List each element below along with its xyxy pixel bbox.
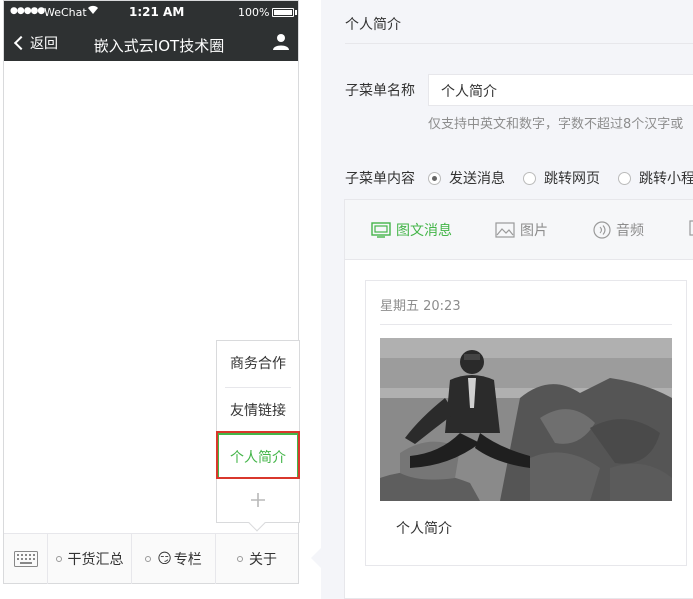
name-hint-text: 仅支持中英文和数字，字数不超过8个汉字或 bbox=[428, 117, 684, 132]
submenu-item-business[interactable]: 商务合作 bbox=[217, 341, 299, 387]
menu-dot-icon bbox=[145, 556, 152, 562]
submenu-item-profile[interactable]: 个人简介 bbox=[217, 433, 299, 479]
image-icon bbox=[495, 222, 515, 238]
tab-audio[interactable]: 音频 bbox=[593, 220, 644, 240]
submenu-name-label: 子菜单名称 bbox=[345, 83, 415, 99]
editor-pointer-arrow bbox=[311, 548, 321, 568]
smirk-emoji-icon: 😏 bbox=[157, 551, 172, 567]
status-time: 1:21 AM bbox=[129, 5, 185, 19]
audio-icon bbox=[593, 221, 611, 239]
radio-circle-checked bbox=[428, 171, 441, 185]
phone-menu-bar: 干货汇总 😏 专栏 关于 bbox=[4, 533, 298, 584]
radio-label: 跳转小程 bbox=[639, 171, 693, 187]
news-preview-card[interactable]: 星期五 20:23 个人简介 bbox=[365, 280, 687, 566]
menu-button-label: 关于 bbox=[249, 552, 277, 568]
menu-button-label: 专栏 bbox=[173, 552, 202, 568]
battery-icon bbox=[272, 8, 294, 17]
radio-open-miniprogram[interactable]: 跳转小程 bbox=[618, 168, 693, 188]
tab-video[interactable] bbox=[689, 220, 693, 236]
editor-title: 个人简介 bbox=[345, 17, 401, 33]
submenu-popup: 商务合作 友情链接 个人简介 bbox=[216, 340, 300, 532]
menu-button-resources[interactable]: 干货汇总 bbox=[48, 534, 132, 584]
news-icon bbox=[371, 222, 391, 238]
menu-editor-page: ●●●●● WeChat 1:21 AM 100% 返回 嵌入式云IOT技术圈 … bbox=[0, 0, 693, 599]
tab-image[interactable]: 图片 bbox=[495, 220, 548, 240]
radio-label: 跳转网页 bbox=[544, 171, 600, 187]
divider bbox=[345, 43, 693, 44]
content-type-tabs: 图文消息 图片 音频 bbox=[345, 200, 693, 260]
tab-label: 音频 bbox=[616, 223, 644, 239]
submenu-name-input[interactable]: 个人简介 bbox=[428, 74, 693, 106]
radio-open-webpage[interactable]: 跳转网页 bbox=[523, 168, 600, 188]
menu-button-label: 干货汇总 bbox=[67, 552, 124, 568]
radio-send-message[interactable]: 发送消息 bbox=[428, 168, 505, 188]
card-caption: 个人简介 bbox=[396, 521, 452, 537]
radio-circle bbox=[618, 171, 631, 185]
tab-label: 图片 bbox=[520, 223, 548, 239]
menu-dot-icon bbox=[55, 556, 62, 562]
keyboard-icon bbox=[13, 551, 38, 567]
submenu-editor-panel: 个人简介 子菜单名称 个人简介 仅支持中英文和数字，字数不超过8个汉字或 子菜单… bbox=[321, 0, 693, 599]
menu-button-column[interactable]: 😏 专栏 bbox=[132, 534, 216, 584]
radio-circle bbox=[523, 171, 536, 185]
message-content-box: 图文消息 图片 音频 星期五 20:23 个人简介 bbox=[344, 199, 693, 599]
plus-icon bbox=[251, 493, 265, 507]
divider bbox=[380, 324, 672, 325]
battery-tip bbox=[295, 10, 297, 15]
battery-percent: 100% bbox=[238, 6, 270, 19]
video-icon bbox=[689, 220, 693, 236]
status-bar: ●●●●● WeChat 1:21 AM 100% bbox=[4, 1, 298, 25]
card-date: 星期五 20:23 bbox=[380, 299, 461, 314]
menu-dot-icon bbox=[237, 556, 243, 562]
submenu-item-links[interactable]: 友情链接 bbox=[217, 388, 299, 434]
menu-button-about[interactable]: 关于 bbox=[216, 534, 298, 584]
submenu-content-label: 子菜单内容 bbox=[345, 171, 415, 187]
account-title: 嵌入式云IOT技术圈 bbox=[93, 37, 225, 55]
content-type-radios: 发送消息 跳转网页 跳转小程 bbox=[428, 168, 693, 188]
carrier-label: WeChat bbox=[44, 6, 87, 19]
tab-label: 图文消息 bbox=[396, 223, 452, 239]
user-icon[interactable] bbox=[272, 33, 290, 51]
back-label: 返回 bbox=[30, 36, 58, 52]
back-button[interactable]: 返回 bbox=[12, 33, 58, 53]
phone-nav-bar: 返回 嵌入式云IOT技术圈 bbox=[4, 25, 298, 61]
signal-indicator: ●●●●● bbox=[10, 6, 45, 16]
chevron-left-icon bbox=[13, 35, 29, 51]
radio-label: 发送消息 bbox=[449, 171, 505, 187]
wifi-icon bbox=[87, 5, 99, 18]
phone-preview: ●●●●● WeChat 1:21 AM 100% 返回 嵌入式云IOT技术圈 … bbox=[3, 0, 300, 584]
cover-photo-illustration bbox=[380, 338, 672, 501]
tab-news[interactable]: 图文消息 bbox=[371, 220, 452, 240]
keyboard-toggle-button[interactable] bbox=[4, 534, 48, 584]
cover-photo bbox=[380, 338, 672, 501]
